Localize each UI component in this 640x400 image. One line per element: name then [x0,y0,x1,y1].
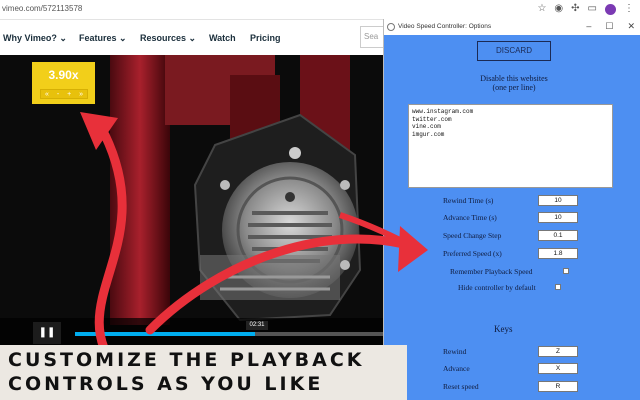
progress-bar[interactable] [75,332,385,336]
avatar[interactable] [605,3,616,15]
nav-pricing[interactable]: Pricing [250,33,281,43]
speed-buttons: « - + » [40,89,88,99]
remember-speed-checkbox[interactable] [563,268,569,274]
rewind-time-label: Rewind Time (s) [443,196,494,205]
sites-label: Disable this websites (one per line) [434,74,594,92]
speed-step-label: Speed Change Step [443,231,502,240]
pause-button[interactable]: ❚❚ [33,322,61,344]
advance-time-input[interactable]: 10 [538,212,578,223]
sites-label-line2: (one per line) [492,83,536,92]
caption-line2: CONTROLS AS YOU LIKE [8,373,324,395]
window-titlebar: Video Speed Controller: Options – ☐ ✕ [384,19,640,35]
speed-step-input[interactable]: 0.1 [538,230,578,241]
maximize-icon[interactable]: ☐ [605,21,613,32]
caption-line1: CUSTOMIZE THE PLAYBACK [8,349,365,371]
key-reset-label: Reset speed [443,382,479,391]
discard-button[interactable]: DISCARD [477,41,551,61]
star-icon[interactable]: ☆ [537,3,546,15]
preferred-speed-input[interactable]: 1.8 [538,248,578,259]
remember-speed-label: Remember Playback Speed [450,267,533,276]
window-controls: – ☐ ✕ [586,21,635,32]
search-input[interactable]: Sea [360,26,384,48]
speed-value: 3.90x [48,68,79,82]
key-rewind-input[interactable]: Z [538,346,578,357]
key-advance-input[interactable]: X [538,363,578,374]
pause-icon: ❚❚ [38,327,56,338]
sites-label-line1: Disable this websites [480,74,548,83]
close-icon[interactable]: ✕ [627,21,635,32]
blocked-sites-textarea[interactable]: www.instagram.com twitter.com vine.com i… [408,104,613,188]
extension-icon[interactable]: ◉ [554,3,563,15]
caption-banner: CUSTOMIZE THE PLAYBACK CONTROLS AS YOU L… [0,345,407,400]
reading-list-icon[interactable]: ▭ [588,3,597,15]
key-reset-input[interactable]: R [538,381,578,392]
progress-fill [75,332,255,336]
advance-button[interactable]: » [79,91,83,98]
window-title: Video Speed Controller: Options [398,23,492,30]
nav-features[interactable]: Features ⌄ [79,33,127,44]
options-window: Video Speed Controller: Options – ☐ ✕ DI… [383,19,640,400]
preferred-speed-label: Preferred Speed (x) [443,249,502,258]
rewind-time-input[interactable]: 10 [538,195,578,206]
puzzle-icon[interactable]: ✣ [571,3,579,15]
nav-watch[interactable]: Watch [209,33,236,43]
hide-controller-label: Hide controller by default [458,283,536,292]
timestamp: 02:31 [246,321,268,330]
rewind-button[interactable]: « [45,91,49,98]
key-advance-label: Advance [443,364,470,373]
browser-actions: ☆ ◉ ✣ ▭ ⋮ [537,3,634,15]
app-logo-icon [387,23,395,31]
slower-button[interactable]: - [57,91,59,98]
keys-heading: Keys [494,324,513,334]
faster-button[interactable]: + [67,91,71,98]
browser-toolbar: vimeo.com/572113578 ☆ ◉ ✣ ▭ ⋮ [0,0,640,20]
menu-icon[interactable]: ⋮ [624,3,634,15]
advance-time-label: Advance Time (s) [443,213,497,222]
minimize-icon[interactable]: – [586,21,591,32]
nav-why-vimeo[interactable]: Why Vimeo? ⌄ [3,33,67,44]
speed-controller[interactable]: 3.90x « - + » [32,62,95,104]
address-bar[interactable]: vimeo.com/572113578 [2,4,82,13]
nav-resources[interactable]: Resources ⌄ [140,33,196,44]
key-rewind-label: Rewind [443,347,467,356]
hide-controller-checkbox[interactable] [555,284,561,290]
